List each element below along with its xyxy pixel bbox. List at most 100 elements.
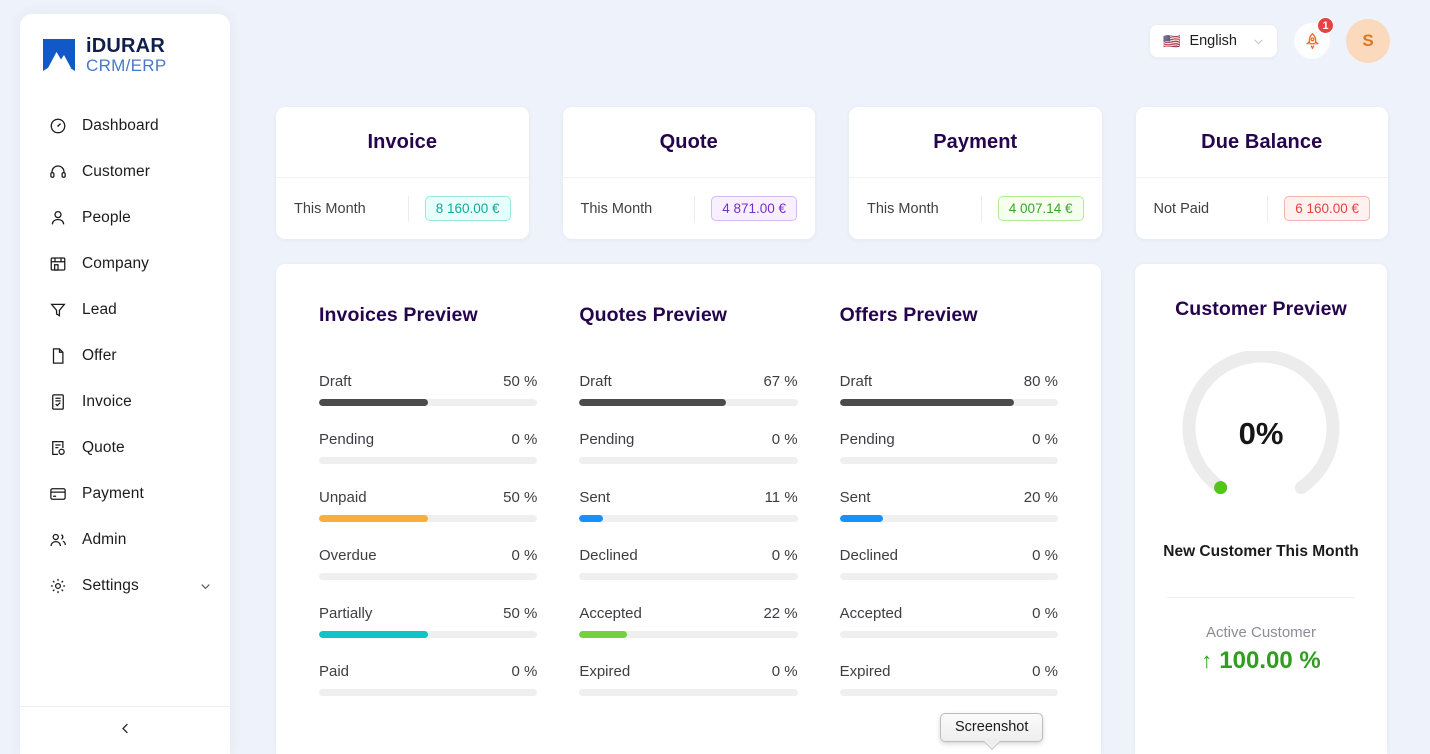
stat-card-label: Not Paid <box>1153 200 1210 217</box>
progress-label: Overdue <box>319 547 377 564</box>
sidebar-item-label: Quote <box>82 439 125 456</box>
sidebar-item-label: Lead <box>82 301 117 318</box>
sidebar-item-quote[interactable]: Quote <box>20 425 230 471</box>
us-flag-icon: 🇺🇸 <box>1163 33 1181 49</box>
page-title: Invoices Preview <box>319 304 478 326</box>
progress-track <box>319 573 538 580</box>
stat-card-quote[interactable]: Quote This Month 4 871.00 € <box>562 107 815 239</box>
divider <box>1167 597 1355 598</box>
progress-track <box>839 631 1058 638</box>
sidebar-item-company[interactable]: Company <box>20 241 230 287</box>
progress-row: Unpaid 50 % <box>319 489 538 522</box>
avatar[interactable]: S <box>1346 19 1390 63</box>
stat-card-label: This Month <box>580 200 653 217</box>
progress-row-header: Declined 0 % <box>579 547 797 564</box>
invoice-icon <box>48 393 67 412</box>
gauge-value: 0% <box>1238 416 1284 451</box>
stat-card-body: This Month 4 007.14 € <box>849 177 1102 239</box>
preview-rows: Draft 67 % Pending 0 % Sent 11 % Declined 0 % Ac… <box>579 373 798 696</box>
page-title: Quotes Preview <box>579 304 728 326</box>
progress-percent: 0 % <box>1032 547 1058 564</box>
progress-percent: 0 % <box>511 547 538 564</box>
brand-name-line2: CRM/ERP <box>86 55 167 75</box>
progress-label: Draft <box>319 373 352 390</box>
progress-percent: 0 % <box>1032 663 1058 680</box>
active-customer-label: Active Customer <box>1205 624 1317 641</box>
notification-badge: 1 <box>1317 17 1334 34</box>
sidebar-item-label: Invoice <box>82 393 132 410</box>
progress-percent: 67 % <box>763 373 798 390</box>
preview-rows: Draft 80 % Pending 0 % Sent 20 % Declined 0 % Ac… <box>839 373 1058 696</box>
progress-track <box>319 515 538 522</box>
admin-users-icon <box>48 531 67 550</box>
page-title: Customer Preview <box>1175 298 1347 320</box>
progress-row-header: Sent 20 % <box>840 489 1058 506</box>
stat-card-title: Payment <box>933 130 1018 153</box>
file-icon <box>48 347 67 366</box>
progress-row: Accepted 0 % <box>839 605 1058 638</box>
divider <box>980 195 982 222</box>
funnel-icon <box>48 301 67 320</box>
brand-name-line1: iDURAR <box>86 35 165 58</box>
person-icon <box>48 209 67 228</box>
progress-percent: 0 % <box>511 663 538 680</box>
progress-track <box>579 631 798 638</box>
sidebar-item-lead[interactable]: Lead <box>20 287 230 333</box>
status-badge: 8 160.00 € <box>424 196 511 221</box>
progress-row: Overdue 0 % <box>319 547 538 580</box>
divider <box>1267 195 1269 222</box>
sidebar-item-customer[interactable]: Customer <box>20 149 230 195</box>
sidebar-collapse-button[interactable] <box>20 707 230 754</box>
progress-percent: 0 % <box>1032 605 1058 622</box>
progress-percent: 0 % <box>771 663 798 680</box>
stat-cards: Invoice This Month 8 160.00 € Quote This… <box>276 107 1388 239</box>
sidebar-item-label: Admin <box>82 531 127 548</box>
stat-card-title: Quote <box>659 130 718 153</box>
status-badge: 4 871.00 € <box>711 196 797 221</box>
progress-percent: 22 % <box>763 605 798 622</box>
preview-column-invoices: Invoices Preview Draft 50 % Pending 0 % Unpa… <box>298 304 558 754</box>
progress-fill <box>319 515 429 522</box>
progress-fill <box>319 631 429 638</box>
sidebar-item-offer[interactable]: Offer <box>20 333 230 379</box>
stat-card-label: This Month <box>867 200 939 217</box>
stat-card-body: Not Paid 6 160.00 € <box>1135 177 1388 239</box>
sidebar-item-label: Settings <box>82 577 139 594</box>
sidebar-item-admin[interactable]: Admin <box>20 517 230 563</box>
sidebar-item-payment[interactable]: Payment <box>20 471 230 517</box>
brand-logo[interactable]: iDURAR CRM/ERP <box>20 14 230 78</box>
stat-card-payment[interactable]: Payment This Month 4 007.14 € <box>849 107 1102 239</box>
progress-row: Draft 50 % <box>319 373 538 406</box>
stat-card-invoice[interactable]: Invoice This Month 8 160.00 € <box>276 107 529 239</box>
language-selector[interactable]: 🇺🇸 English <box>1149 24 1278 58</box>
customer-preview-panel: Customer Preview 0% New Customer This Mo… <box>1135 264 1387 754</box>
progress-row: Draft 67 % <box>579 373 798 406</box>
progress-track <box>319 399 538 406</box>
status-badge: 6 160.00 € <box>1284 196 1370 221</box>
progress-percent: 50 % <box>503 489 538 506</box>
progress-fill <box>579 399 726 406</box>
sidebar-item-people[interactable]: People <box>20 195 230 241</box>
notification-button[interactable]: 1 <box>1294 17 1334 59</box>
progress-label: Pending <box>579 431 635 448</box>
sidebar-item-invoice[interactable]: Invoice <box>20 379 230 425</box>
progress-row-header: Pending 0 % <box>579 431 797 448</box>
sidebar-item-label: People <box>82 209 131 226</box>
progress-percent: 0 % <box>511 431 538 448</box>
sidebar-nav: Dashboard Customer People Company Lead O… <box>20 103 230 706</box>
progress-track <box>579 515 798 522</box>
sidebar-item-dashboard[interactable]: Dashboard <box>20 103 230 149</box>
quote-icon <box>48 439 67 458</box>
progress-row-header: Accepted 22 % <box>579 605 797 622</box>
progress-row: Draft 80 % <box>839 373 1058 406</box>
progress-percent: 0 % <box>771 431 798 448</box>
progress-row: Declined 0 % <box>579 547 798 580</box>
sidebar-item-settings[interactable]: Settings <box>20 563 230 609</box>
stat-card-due-balance[interactable]: Due Balance Not Paid 6 160.00 € <box>1135 107 1388 239</box>
progress-label: Pending <box>319 431 375 448</box>
progress-percent: 0 % <box>1032 431 1058 448</box>
progress-row-header: Pending 0 % <box>319 431 537 448</box>
progress-row: Expired 0 % <box>579 663 798 696</box>
language-label: English <box>1189 33 1237 49</box>
progress-track <box>579 457 798 464</box>
